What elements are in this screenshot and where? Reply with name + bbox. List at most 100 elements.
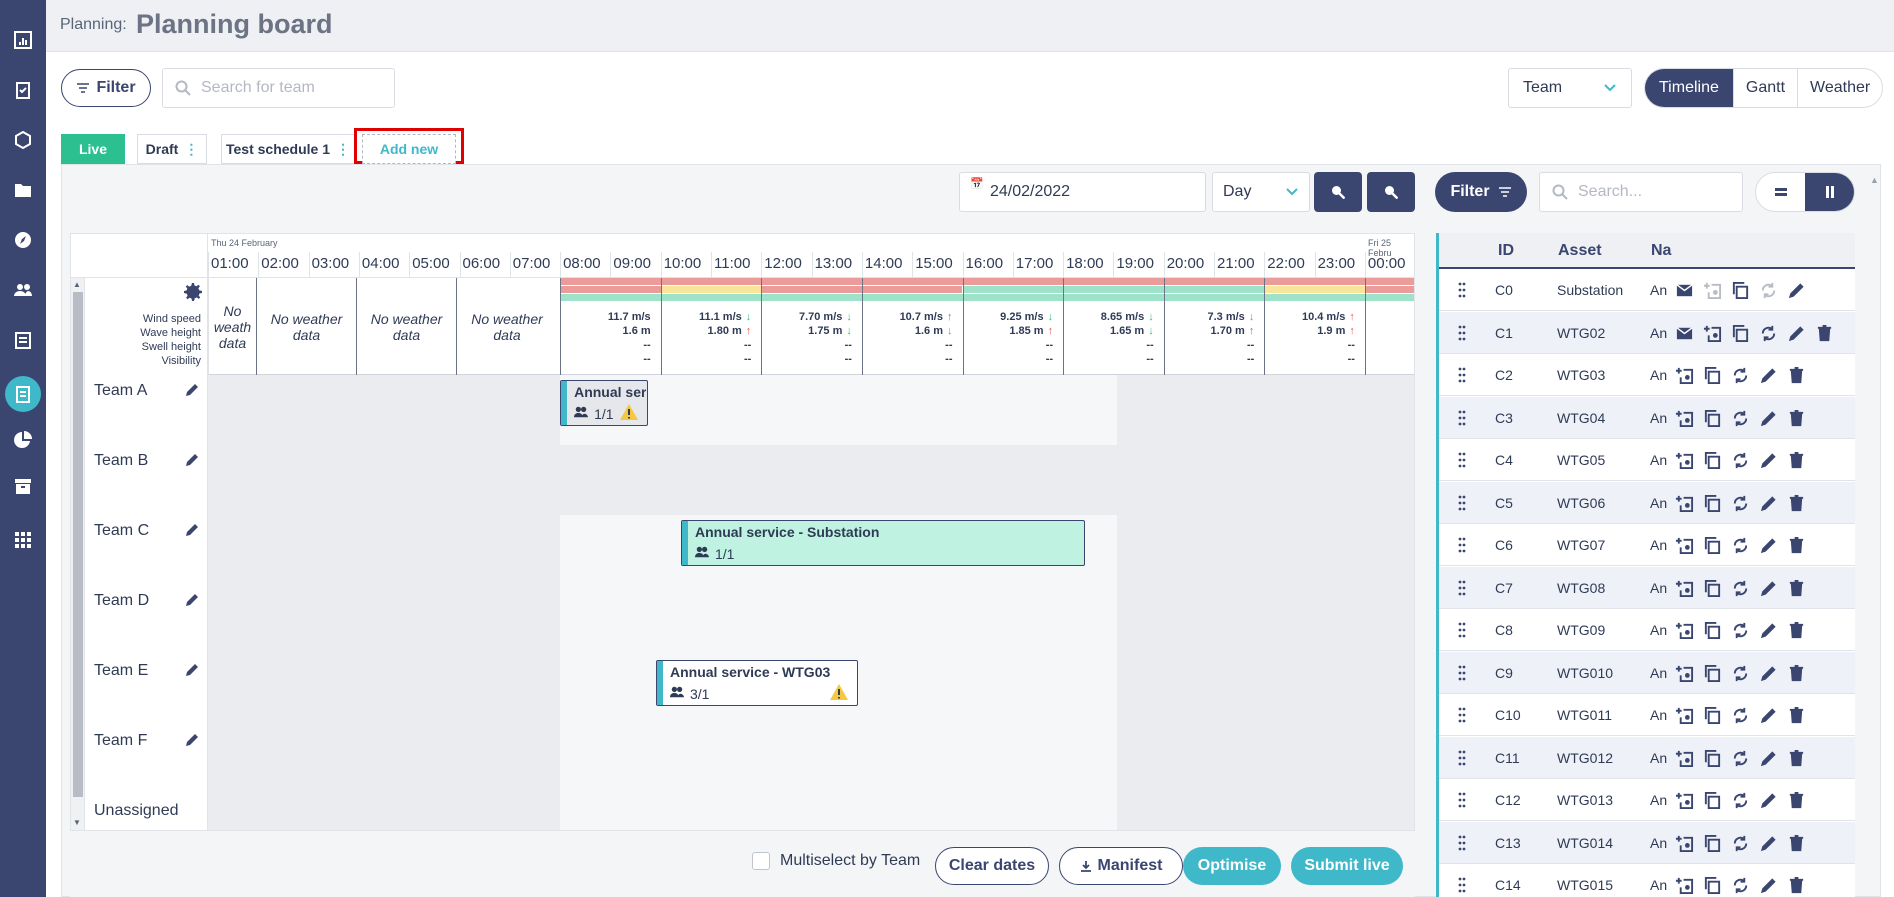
task-list-row[interactable]: C1 WTG02 An — [1439, 311, 1855, 354]
copy-icon[interactable] — [1703, 834, 1722, 856]
copy-icon[interactable] — [1703, 366, 1722, 388]
copy-icon[interactable] — [1703, 621, 1722, 643]
sync-icon[interactable] — [1731, 579, 1750, 601]
working-hours-zone[interactable] — [560, 725, 1117, 795]
off-hours-zone[interactable] — [1117, 515, 1414, 585]
edit-icon[interactable] — [1759, 451, 1778, 473]
edit-icon[interactable] — [1759, 706, 1778, 728]
copy-icon[interactable] — [1703, 664, 1722, 686]
task-list-row[interactable]: C13 WTG014 An — [1439, 821, 1855, 864]
sync-icon[interactable] — [1731, 706, 1750, 728]
column-header-id[interactable]: ID — [1498, 242, 1514, 260]
edit-icon[interactable] — [1759, 791, 1778, 813]
sync-icon[interactable] — [1731, 876, 1750, 897]
task-list-row[interactable]: C4 WTG05 An — [1439, 439, 1855, 481]
drag-handle-icon[interactable] — [1457, 580, 1467, 596]
add-to-schedule-icon[interactable] — [1675, 451, 1694, 473]
off-hours-zone[interactable] — [208, 585, 561, 655]
off-hours-zone[interactable] — [208, 725, 561, 795]
copy-icon[interactable] — [1703, 409, 1722, 431]
delete-icon[interactable] — [1787, 451, 1806, 473]
copy-icon[interactable] — [1731, 281, 1750, 303]
add-to-schedule-icon[interactable] — [1703, 281, 1722, 303]
checkbox[interactable] — [752, 852, 770, 870]
off-hours-zone[interactable] — [208, 795, 561, 830]
task-list-row[interactable]: C14 WTG015 An — [1439, 864, 1855, 897]
task-list-row[interactable]: C0 Substation An — [1439, 269, 1855, 311]
off-hours-zone[interactable] — [1117, 585, 1414, 655]
copy-icon[interactable] — [1703, 494, 1722, 516]
edit-icon[interactable] — [1759, 494, 1778, 516]
task-card[interactable]: Annual service - WTG03 3/1 — [656, 660, 858, 706]
add-to-schedule-icon[interactable] — [1675, 494, 1694, 516]
filter-button[interactable]: Filter — [61, 69, 151, 107]
edit-icon[interactable] — [1759, 749, 1778, 771]
sync-icon[interactable] — [1731, 494, 1750, 516]
drag-handle-icon[interactable] — [1457, 707, 1467, 723]
sync-icon[interactable] — [1731, 621, 1750, 643]
drag-handle-icon[interactable] — [1457, 325, 1467, 341]
delete-icon[interactable] — [1787, 706, 1806, 728]
task-list-row[interactable]: C5 WTG06 An — [1439, 481, 1855, 524]
copy-icon[interactable] — [1703, 876, 1722, 897]
task-list-row[interactable]: C10 WTG011 An — [1439, 694, 1855, 736]
task-list-row[interactable]: C12 WTG013 An — [1439, 779, 1855, 821]
add-to-schedule-icon[interactable] — [1675, 834, 1694, 856]
drag-handle-icon[interactable] — [1457, 877, 1467, 893]
copy-icon[interactable] — [1703, 579, 1722, 601]
edit-icon[interactable] — [1759, 621, 1778, 643]
copy-icon[interactable] — [1703, 536, 1722, 558]
task-list-row[interactable]: C6 WTG07 An — [1439, 524, 1855, 566]
copy-icon[interactable] — [1731, 324, 1750, 346]
sync-icon[interactable] — [1731, 834, 1750, 856]
task-list-row[interactable]: C8 WTG09 An — [1439, 609, 1855, 651]
optimise-button[interactable]: Optimise — [1183, 847, 1281, 885]
sync-icon[interactable] — [1731, 664, 1750, 686]
working-hours-zone[interactable] — [560, 795, 1117, 830]
mail-icon[interactable] — [1675, 281, 1694, 303]
edit-icon[interactable] — [1759, 834, 1778, 856]
drag-handle-icon[interactable] — [1457, 367, 1467, 383]
group-by-select[interactable]: Team — [1508, 68, 1632, 108]
scroll-thumb[interactable] — [73, 292, 83, 797]
delete-icon[interactable] — [1787, 664, 1806, 686]
off-hours-zone[interactable] — [1117, 375, 1414, 445]
delete-icon[interactable] — [1787, 366, 1806, 388]
copy-icon[interactable] — [1703, 706, 1722, 728]
edit-team-icon[interactable] — [185, 593, 199, 612]
planning-board-icon[interactable] — [0, 376, 46, 412]
edit-icon[interactable] — [1759, 664, 1778, 686]
sync-icon[interactable] — [1731, 749, 1750, 771]
drag-handle-icon[interactable] — [1457, 495, 1467, 511]
sync-icon[interactable] — [1759, 324, 1778, 346]
edit-icon[interactable] — [1759, 409, 1778, 431]
schedule-tab-draft[interactable]: Draft ⋮ — [137, 134, 207, 164]
tab-weather[interactable]: Weather — [1797, 69, 1882, 107]
delete-icon[interactable] — [1787, 621, 1806, 643]
drag-handle-icon[interactable] — [1457, 665, 1467, 681]
add-to-schedule-icon[interactable] — [1675, 536, 1694, 558]
schedule-tab-test[interactable]: Test schedule 1 ⋮ — [221, 134, 355, 164]
manifest-button[interactable]: Manifest — [1059, 847, 1183, 885]
edit-icon[interactable] — [1759, 579, 1778, 601]
off-hours-zone[interactable] — [1117, 445, 1414, 515]
archive-icon[interactable] — [0, 468, 46, 504]
zoom-in-button[interactable] — [1367, 172, 1415, 212]
task-list-row[interactable]: C7 WTG08 An — [1439, 566, 1855, 609]
apps-grid-icon[interactable] — [0, 522, 46, 558]
edit-team-icon[interactable] — [185, 663, 199, 682]
delete-icon[interactable] — [1787, 749, 1806, 771]
add-to-schedule-icon[interactable] — [1675, 876, 1694, 897]
kebab-menu-icon[interactable]: ⋮ — [336, 141, 350, 158]
off-hours-zone[interactable] — [208, 655, 561, 725]
clear-dates-button[interactable]: Clear dates — [935, 847, 1049, 885]
task-list-row[interactable]: C11 WTG012 An — [1439, 736, 1855, 779]
task-list-row[interactable]: C3 WTG04 An — [1439, 396, 1855, 439]
copy-icon[interactable] — [1703, 451, 1722, 473]
multiselect-checkbox[interactable]: Multiselect by Team — [752, 852, 920, 870]
edit-team-icon[interactable] — [185, 523, 199, 542]
add-to-schedule-icon[interactable] — [1675, 366, 1694, 388]
column-header-name[interactable]: Na — [1651, 242, 1671, 260]
delete-icon[interactable] — [1787, 409, 1806, 431]
add-to-schedule-icon[interactable] — [1675, 791, 1694, 813]
